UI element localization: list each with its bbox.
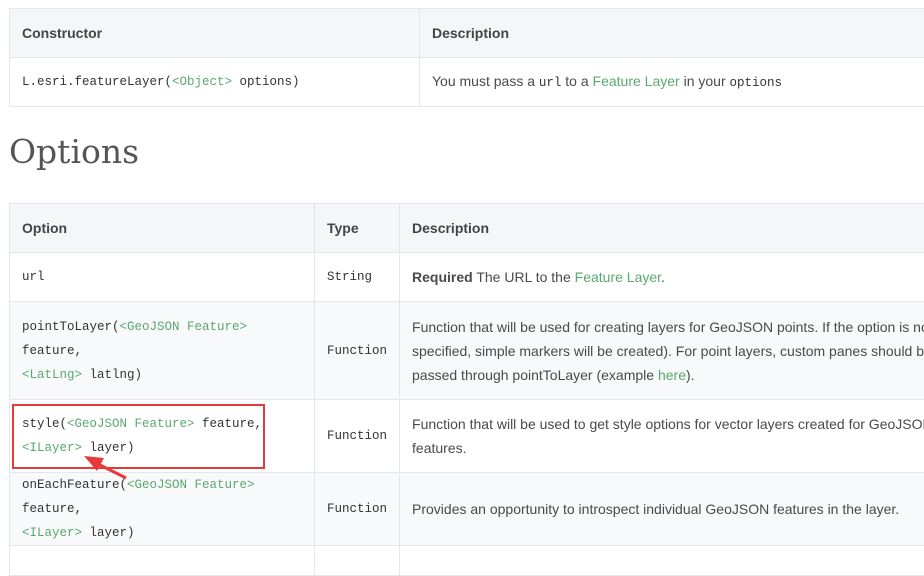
table-row [10, 546, 924, 576]
inline-code-url: url [539, 76, 562, 90]
table-header-row: Option Type Description [10, 204, 924, 253]
param-type: <LatLng> [22, 368, 82, 382]
description-text: in your [680, 73, 730, 89]
constructor-signature: L.esri.featureLayer(<Object> options) [10, 58, 420, 107]
column-header-description: Description [400, 204, 924, 253]
param-name: feature, [22, 502, 82, 516]
param-name: feature, [22, 344, 82, 358]
param-type: <GeoJSON Feature> [120, 320, 248, 334]
empty-cell [10, 546, 315, 576]
inline-code-options: options [730, 76, 783, 90]
option-type: Function [315, 302, 400, 400]
feature-layer-link[interactable]: Feature Layer [593, 73, 680, 89]
option-style: style(<GeoJSON Feature> feature, <ILayer>… [10, 400, 315, 473]
table-row: L.esri.featureLayer(<Object> options) Yo… [10, 58, 924, 107]
param-type: <GeoJSON Feature> [67, 417, 195, 431]
option-name: pointToLayer( [22, 320, 120, 334]
signature-rest: options) [232, 75, 300, 89]
param-name: feature, [195, 417, 263, 431]
options-table: Option Type Description url String Requi… [9, 203, 924, 576]
constructor-table: Constructor Description L.esri.featureLa… [9, 8, 924, 107]
description-text: . [661, 269, 665, 285]
param-name: layer) [82, 526, 135, 540]
column-header-option: Option [10, 204, 315, 253]
signature-name: L.esri.featureLayer( [22, 75, 172, 89]
feature-layer-link[interactable]: Feature Layer [575, 269, 661, 285]
options-heading: Options [9, 130, 139, 174]
option-on-each-feature: onEachFeature(<GeoJSON Feature> feature,… [10, 473, 315, 546]
param-name: layer) [82, 441, 135, 455]
option-description: Function that will be used for creating … [400, 302, 924, 400]
option-description: Provides an opportunity to introspect in… [400, 473, 924, 546]
column-header-type: Type [315, 204, 400, 253]
option-url: url [10, 253, 315, 302]
description-text: to a [561, 73, 592, 89]
signature-type: <Object> [172, 75, 232, 89]
column-header-constructor: Constructor [10, 9, 420, 58]
param-type: <ILayer> [22, 526, 82, 540]
param-name: latlng) [82, 368, 142, 382]
table-row: style(<GeoJSON Feature> feature, <ILayer>… [10, 400, 924, 473]
table-header-row: Constructor Description [10, 9, 924, 58]
constructor-description: You must pass a url to a Feature Layer i… [420, 58, 924, 107]
column-header-description: Description [420, 9, 924, 58]
description-text: ). [686, 367, 695, 383]
param-type: <GeoJSON Feature> [127, 478, 255, 492]
option-type: String [315, 253, 400, 302]
description-text: You must pass a [432, 73, 539, 89]
option-description: Function that will be used to get style … [400, 400, 924, 473]
option-type: Function [315, 473, 400, 546]
description-text: The URL to the [473, 269, 575, 285]
option-name: style( [22, 417, 67, 431]
option-name: onEachFeature( [22, 478, 127, 492]
required-label: Required [412, 269, 473, 285]
param-type: <ILayer> [22, 441, 82, 455]
empty-cell [315, 546, 400, 576]
table-row: url String Required The URL to the Featu… [10, 253, 924, 302]
option-type: Function [315, 400, 400, 473]
option-point-to-layer: pointToLayer(<GeoJSON Feature> feature, <… [10, 302, 315, 400]
option-description: Required The URL to the Feature Layer. [400, 253, 924, 302]
table-row: onEachFeature(<GeoJSON Feature> feature,… [10, 473, 924, 546]
empty-cell [400, 546, 924, 576]
table-row: pointToLayer(<GeoJSON Feature> feature, <… [10, 302, 924, 400]
example-here-link[interactable]: here [658, 367, 686, 383]
